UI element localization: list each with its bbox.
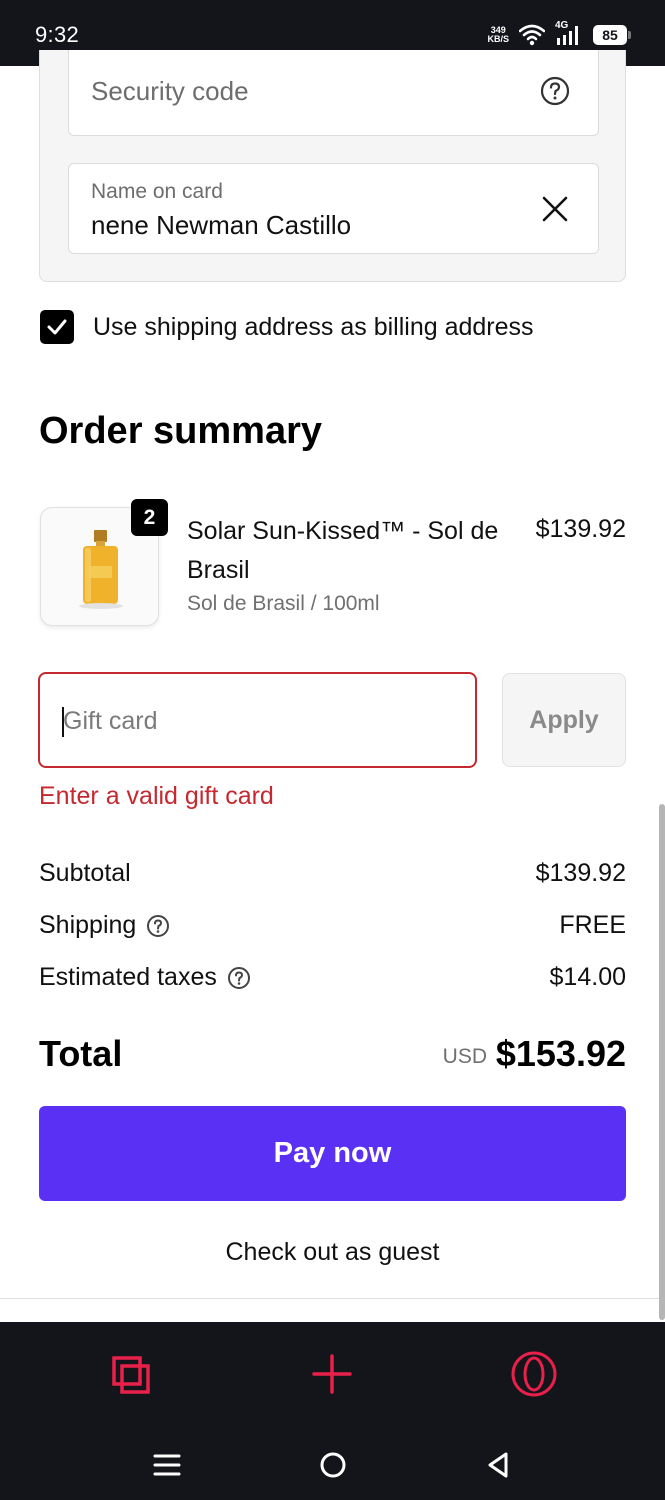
network-speed: 349 KB/S	[487, 25, 509, 44]
pay-now-button[interactable]: Pay now	[39, 1106, 626, 1201]
name-on-card-value: nene Newman Castillo	[91, 210, 352, 240]
menu-lines-icon[interactable]	[152, 1450, 182, 1480]
quantity-badge: 2	[131, 499, 168, 536]
triangle-back-icon[interactable]	[484, 1450, 514, 1480]
checkmark-icon	[47, 319, 67, 335]
cell-signal-icon: 4G	[555, 20, 583, 47]
subtotal-value: $139.92	[535, 859, 626, 887]
security-code-placeholder: Security code	[91, 76, 249, 106]
shipping-value: FREE	[559, 911, 626, 939]
plus-icon[interactable]	[308, 1350, 356, 1398]
product-name: Solar Sun-Kissed™ - Sol de Brasil	[187, 517, 499, 584]
taxes-value: $14.00	[549, 963, 626, 991]
taxes-label: Estimated taxes	[39, 963, 251, 992]
billing-checkbox[interactable]	[40, 310, 74, 344]
close-icon[interactable]	[542, 196, 568, 222]
checkout-as-guest-link[interactable]: Check out as guest	[0, 1238, 665, 1267]
system-navigation-bar	[0, 1430, 665, 1500]
total-currency: USD	[442, 1045, 487, 1068]
question-circle-icon[interactable]	[146, 914, 170, 938]
gift-card-input[interactable]: Gift card	[38, 672, 477, 768]
product-variant: Sol de Brasil / 100ml	[187, 592, 380, 615]
question-circle-icon[interactable]	[540, 76, 570, 106]
opera-logo-icon[interactable]	[510, 1350, 558, 1398]
total-value: $153.92	[495, 1033, 626, 1074]
subtotal-label: Subtotal	[39, 859, 131, 887]
question-circle-icon[interactable]	[227, 966, 251, 990]
card-details-panel: Security code Name on card nene Newman C…	[39, 50, 626, 282]
product-price: $139.92	[535, 515, 626, 543]
name-on-card-field[interactable]: Name on card nene Newman Castillo	[68, 163, 599, 254]
name-on-card-label: Name on card	[91, 180, 223, 203]
security-code-field[interactable]: Security code	[68, 50, 599, 136]
tabs-icon[interactable]	[106, 1350, 154, 1398]
battery-icon: 85	[593, 25, 631, 45]
gift-card-error: Enter a valid gift card	[39, 782, 274, 810]
scrollbar[interactable]	[659, 804, 665, 1320]
gift-card-placeholder: Gift card	[63, 707, 158, 735]
status-time: 9:32	[35, 22, 80, 47]
apply-button[interactable]: Apply	[502, 673, 626, 767]
divider	[0, 1298, 665, 1299]
status-icons: 349 KB/S 4G 85	[487, 20, 631, 48]
shipping-label: Shipping	[39, 911, 170, 940]
wifi-icon	[519, 24, 545, 46]
circle-home-icon[interactable]	[318, 1450, 348, 1480]
total-label: Total	[39, 1033, 123, 1074]
order-summary-title: Order summary	[39, 410, 323, 452]
browser-toolbar	[0, 1322, 665, 1430]
billing-checkbox-label[interactable]: Use shipping address as billing address	[93, 313, 534, 342]
